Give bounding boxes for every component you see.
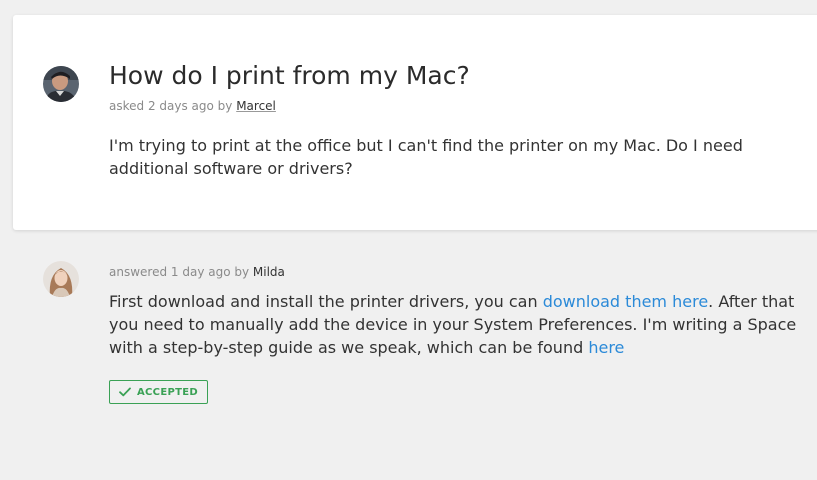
answer-meta: answered 1 day ago by Milda xyxy=(109,265,285,279)
question-author-avatar[interactable] xyxy=(43,66,79,102)
question-meta-prefix: asked 2 days ago by xyxy=(109,99,237,113)
user-avatar-icon xyxy=(43,261,79,297)
user-avatar-icon xyxy=(43,66,79,102)
answer-author-avatar[interactable] xyxy=(43,261,79,297)
answer-body-part1: First download and install the printer d… xyxy=(109,292,543,311)
question-author-link[interactable]: Marcel xyxy=(236,99,276,113)
question-title: How do I print from my Mac? xyxy=(109,61,470,90)
accepted-label: ACCEPTED xyxy=(137,386,198,398)
answer-body: First download and install the printer d… xyxy=(109,290,799,359)
accepted-badge: ACCEPTED xyxy=(109,380,208,404)
guide-link[interactable]: here xyxy=(588,338,624,357)
answer-meta-prefix: answered 1 day ago by xyxy=(109,265,253,279)
answer-author-link[interactable]: Milda xyxy=(253,265,285,279)
question-meta: asked 2 days ago by Marcel xyxy=(109,99,276,113)
question-card: How do I print from my Mac? asked 2 days… xyxy=(13,15,817,230)
question-body: I'm trying to print at the office but I … xyxy=(109,136,743,178)
download-drivers-link[interactable]: download them here xyxy=(543,292,708,311)
checkmark-icon xyxy=(119,387,131,397)
